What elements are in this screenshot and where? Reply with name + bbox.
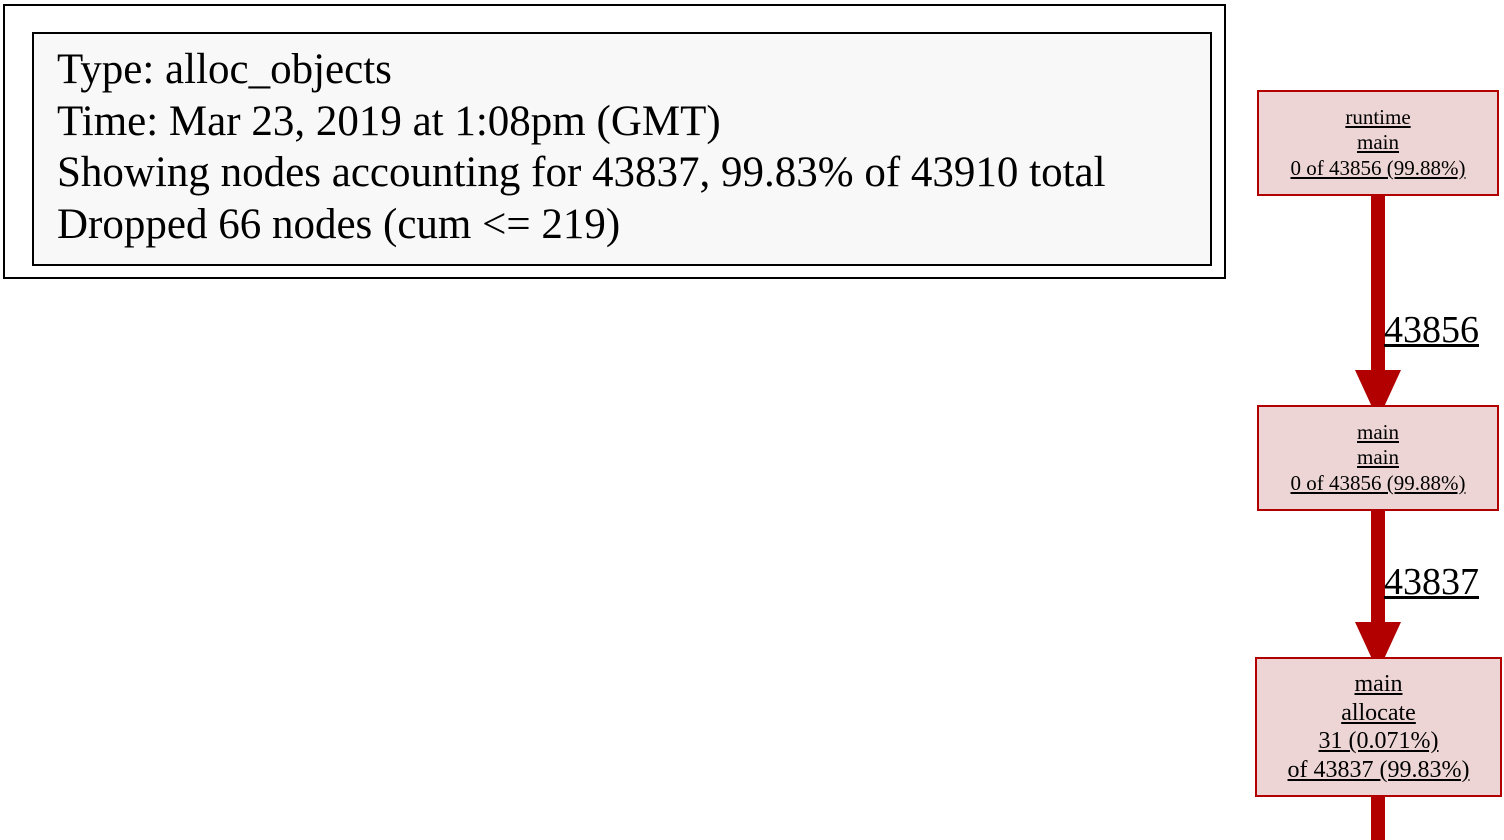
edge-label-43837[interactable]: 43837 — [1384, 562, 1479, 602]
node-value: 0 of 43856 (99.88%) — [1290, 155, 1466, 180]
node-cum-value: of 43837 (99.83%) — [1287, 756, 1470, 783]
edge-shaft — [1371, 511, 1385, 624]
edge-shaft — [1371, 797, 1385, 840]
edge-label-43856[interactable]: 43856 — [1384, 310, 1479, 350]
edge-main-allocate-outgoing — [1371, 797, 1385, 840]
node-package: main — [1357, 419, 1399, 444]
node-runtime-main[interactable]: runtime main 0 of 43856 (99.88%) — [1257, 90, 1499, 196]
node-function: main — [1357, 130, 1399, 155]
node-function: main — [1357, 445, 1399, 470]
node-package: main — [1354, 671, 1403, 697]
node-main-allocate[interactable]: main allocate 31 (0.071%) of 43837 (99.8… — [1255, 657, 1502, 797]
node-value: 0 of 43856 (99.88%) — [1290, 470, 1466, 495]
node-flat-value: 31 (0.071%) — [1318, 728, 1439, 754]
edge-shaft — [1371, 196, 1385, 372]
node-main-main[interactable]: main main 0 of 43856 (99.88%) — [1257, 405, 1499, 511]
node-function: allocate — [1341, 699, 1416, 726]
edge-runtime-main-to-main-main[interactable] — [1355, 196, 1401, 420]
node-package: runtime — [1345, 104, 1411, 129]
